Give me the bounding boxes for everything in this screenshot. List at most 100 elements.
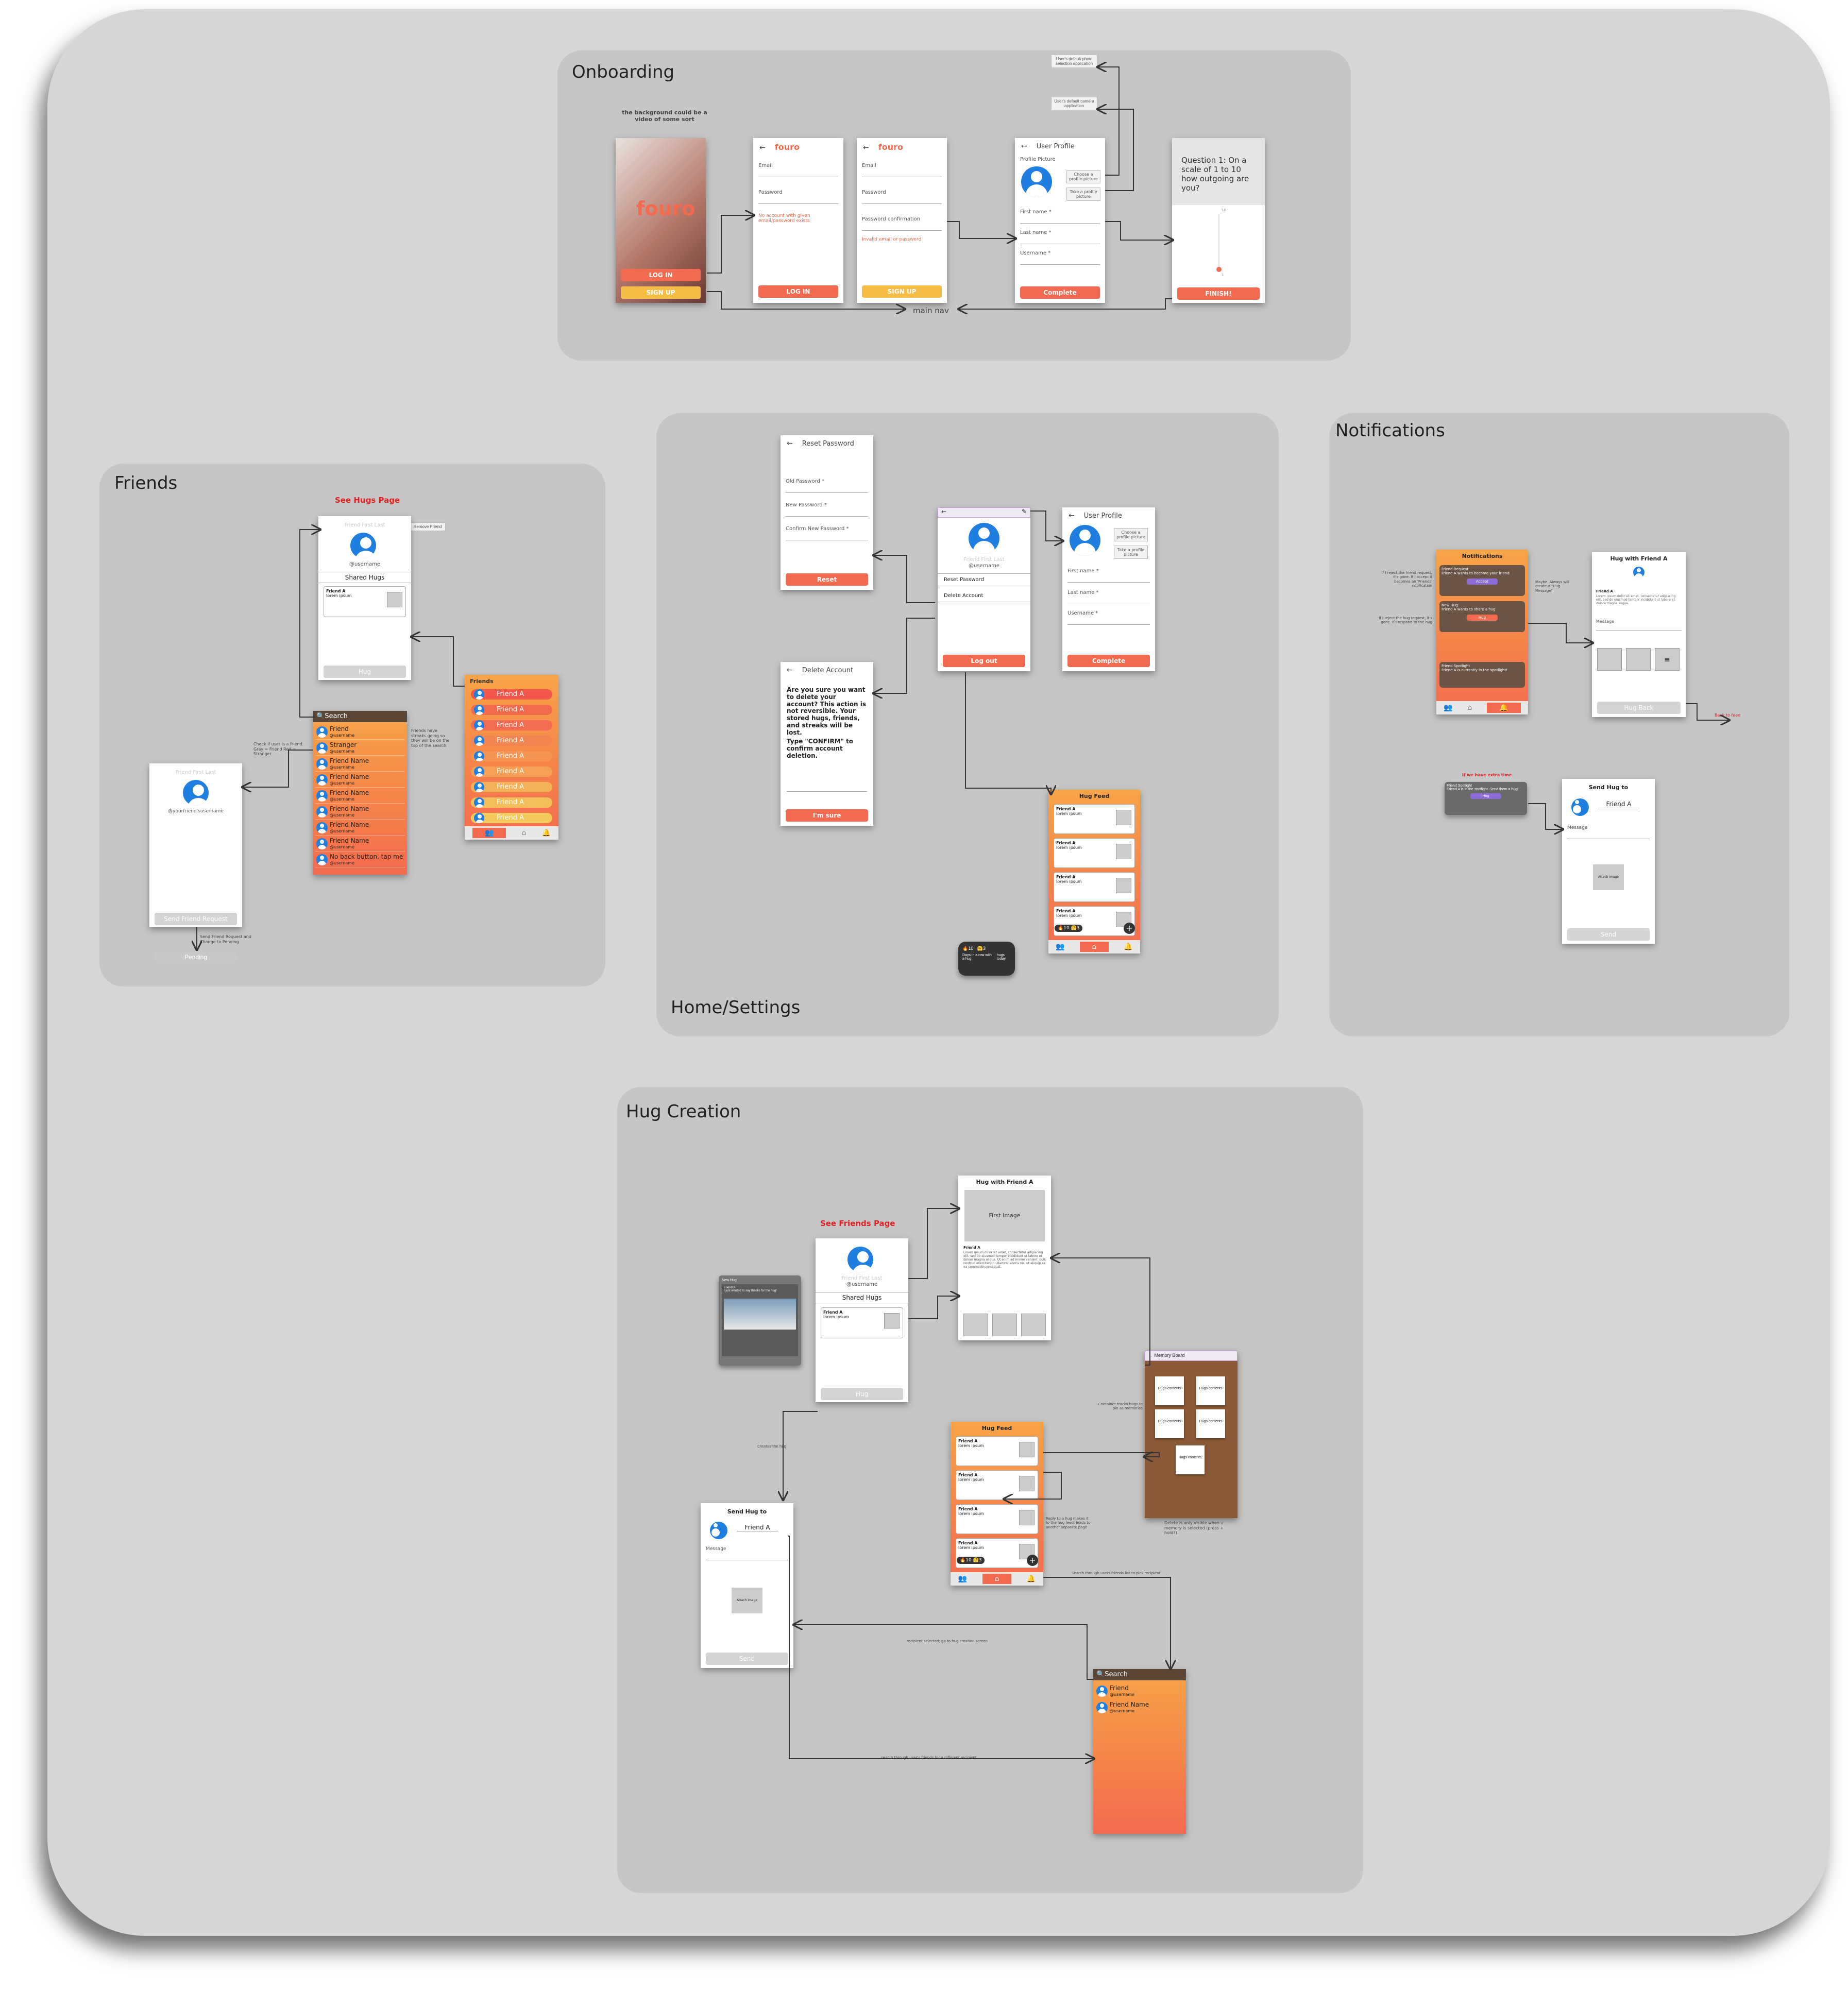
hug-button[interactable]: Hug xyxy=(821,1388,903,1400)
image-slot-2[interactable] xyxy=(992,1314,1017,1336)
nav-bell-icon[interactable]: 🔔 xyxy=(1027,1575,1036,1583)
nav-friends-icon[interactable]: 👥 xyxy=(1056,943,1064,951)
old-password-field[interactable]: Old Password * xyxy=(786,479,868,493)
back-arrow-icon[interactable]: ← xyxy=(787,439,793,448)
email-field[interactable]: Email xyxy=(862,163,942,177)
list-item[interactable]: Stranger @username xyxy=(315,740,405,756)
scale-slider-handle[interactable] xyxy=(1216,267,1222,272)
splash-signup-button[interactable]: SIGN UP xyxy=(621,286,701,299)
back-arrow-icon[interactable]: ← xyxy=(1069,512,1075,520)
back-arrow-icon[interactable]: ← xyxy=(759,144,766,152)
image-slot-1[interactable] xyxy=(963,1314,988,1336)
password-field[interactable]: Password xyxy=(862,190,942,204)
shared-hug-card[interactable]: Friend Alorem ipsum xyxy=(821,1307,903,1338)
list-item[interactable]: No back button, tap me @username xyxy=(315,852,405,867)
confirm-password-field[interactable]: Confirm New Password * xyxy=(786,526,868,540)
feed-card[interactable]: Friend Alorem ipsum xyxy=(956,1436,1038,1466)
take-picture-button[interactable]: Take a profile picture xyxy=(1066,188,1100,201)
friend-list-item[interactable]: Friend A xyxy=(471,720,552,730)
memory-item[interactable]: Hugs contents xyxy=(1196,1409,1225,1438)
recipient-field[interactable]: Friend A xyxy=(1598,801,1639,808)
back-arrow-icon[interactable]: ← xyxy=(1148,1353,1153,1358)
hug-back-button[interactable]: Hug Back xyxy=(1597,702,1681,714)
new-password-field[interactable]: New Password * xyxy=(786,502,868,517)
image-slot-2[interactable] xyxy=(1626,648,1651,671)
nav-home-icon[interactable]: ⌂ xyxy=(1468,704,1472,712)
first-image[interactable]: First Image xyxy=(964,1190,1045,1241)
nav-friends-icon[interactable]: 👥 xyxy=(472,828,506,838)
list-item[interactable]: Friend @username xyxy=(315,724,405,740)
splash-login-button[interactable]: LOG IN xyxy=(621,269,701,281)
memory-item[interactable]: Hugs contents xyxy=(1155,1376,1184,1405)
back-arrow-icon[interactable]: ← xyxy=(787,666,793,674)
username-field[interactable]: Username * xyxy=(1067,610,1150,625)
signup-button[interactable]: SIGN UP xyxy=(862,285,942,298)
send-friend-request-button[interactable]: Send Friend Request xyxy=(155,913,237,925)
memory-item[interactable]: Hugs contents xyxy=(1196,1376,1225,1405)
nav-bell-icon[interactable]: 🔔 xyxy=(1487,703,1521,713)
attach-image-button[interactable]: Attach image xyxy=(732,1588,762,1613)
complete-button[interactable]: Complete xyxy=(1067,655,1150,667)
username-field[interactable]: Username * xyxy=(1020,250,1100,265)
friend-list-item[interactable]: Friend A xyxy=(471,813,552,823)
last-name-field[interactable]: Last name * xyxy=(1020,230,1100,244)
avatar[interactable] xyxy=(1070,525,1100,556)
feed-card[interactable]: Friend Alorem ipsum xyxy=(1054,804,1135,834)
first-name-field[interactable]: First name * xyxy=(1067,568,1150,583)
shared-hug-card[interactable]: Friend Alorem ipsum xyxy=(324,586,406,617)
confirm-input[interactable] xyxy=(787,787,867,792)
friend-list-item[interactable]: Friend A xyxy=(471,797,552,808)
image-slot-3[interactable] xyxy=(1021,1314,1046,1336)
see-friends-link[interactable]: See Friends Page xyxy=(820,1219,895,1228)
memory-item[interactable]: Hugs contents xyxy=(1176,1445,1205,1474)
nav-bell-icon[interactable]: 🔔 xyxy=(542,829,551,837)
list-item[interactable]: Friend Name @username xyxy=(315,756,405,772)
complete-button[interactable]: Complete xyxy=(1020,286,1100,299)
add-hug-button[interactable]: + xyxy=(1124,923,1135,934)
friend-list-item[interactable]: Friend A xyxy=(471,736,552,746)
friend-list-item[interactable]: Friend A xyxy=(471,782,552,792)
nav-bell-icon[interactable]: 🔔 xyxy=(1124,943,1132,951)
logout-button[interactable]: Log out xyxy=(943,655,1025,667)
password-confirm-field[interactable]: Password confirmation xyxy=(862,216,942,231)
last-name-field[interactable]: Last name * xyxy=(1067,590,1150,604)
friend-list-item[interactable]: Friend A xyxy=(471,689,552,700)
add-hug-button[interactable]: + xyxy=(1027,1555,1038,1566)
password-field[interactable]: Password xyxy=(758,190,838,204)
choose-picture-button[interactable]: Choose a profile picture xyxy=(1066,170,1100,183)
nav-friends-icon[interactable]: 👥 xyxy=(1444,704,1452,712)
friend-list-item[interactable]: Friend A xyxy=(471,751,552,761)
back-to-feed-link[interactable]: Back to feed xyxy=(1715,713,1740,718)
list-item[interactable]: Friend Name @username xyxy=(315,836,405,852)
nav-friends-icon[interactable]: 👥 xyxy=(958,1575,967,1583)
back-arrow-icon[interactable]: ← xyxy=(863,144,869,152)
image-slot-1[interactable] xyxy=(1597,648,1622,671)
first-name-field[interactable]: First name * xyxy=(1020,209,1100,224)
feed-card[interactable]: Friend Alorem ipsum xyxy=(1054,838,1135,868)
search-bar[interactable]: 🔍Search xyxy=(313,711,407,722)
message-field[interactable]: Message xyxy=(1596,619,1682,631)
nav-home-icon[interactable]: ⌂ xyxy=(1079,942,1109,952)
feed-card[interactable]: Friend Alorem ipsum xyxy=(956,1504,1038,1534)
feed-card[interactable]: Friend Alorem ipsum xyxy=(956,1470,1038,1500)
remove-friend-button[interactable]: Remove Friend xyxy=(410,522,446,531)
accept-button[interactable]: Accept xyxy=(1467,578,1498,585)
edit-icon[interactable]: ✎ xyxy=(1022,508,1027,515)
memory-item[interactable]: Hugs contents xyxy=(1155,1409,1184,1438)
email-field[interactable]: Email xyxy=(758,163,838,177)
login-button[interactable]: LOG IN xyxy=(758,285,838,298)
list-item[interactable]: Friend @username xyxy=(1095,1683,1184,1699)
search-bar[interactable]: 🔍Search xyxy=(1093,1669,1186,1680)
delete-account-link[interactable]: Delete Account xyxy=(938,590,1030,602)
choose-picture-button[interactable]: Choose a profile picture xyxy=(1114,528,1148,541)
message-field[interactable]: Message xyxy=(1567,825,1650,839)
im-sure-button[interactable]: I'm sure xyxy=(786,809,868,822)
list-item[interactable]: Friend Name @username xyxy=(1095,1700,1184,1715)
hug-button[interactable]: Hug xyxy=(324,666,406,678)
reset-button[interactable]: Reset xyxy=(786,573,868,586)
attach-image-button[interactable]: Attach image xyxy=(1593,864,1624,890)
take-picture-button[interactable]: Take a profile picture xyxy=(1114,546,1148,559)
feed-card[interactable]: Friend Alorem ipsum xyxy=(1054,872,1135,902)
hug-button[interactable]: Hug xyxy=(1467,615,1498,621)
see-hugs-link[interactable]: See Hugs Page xyxy=(335,496,400,505)
